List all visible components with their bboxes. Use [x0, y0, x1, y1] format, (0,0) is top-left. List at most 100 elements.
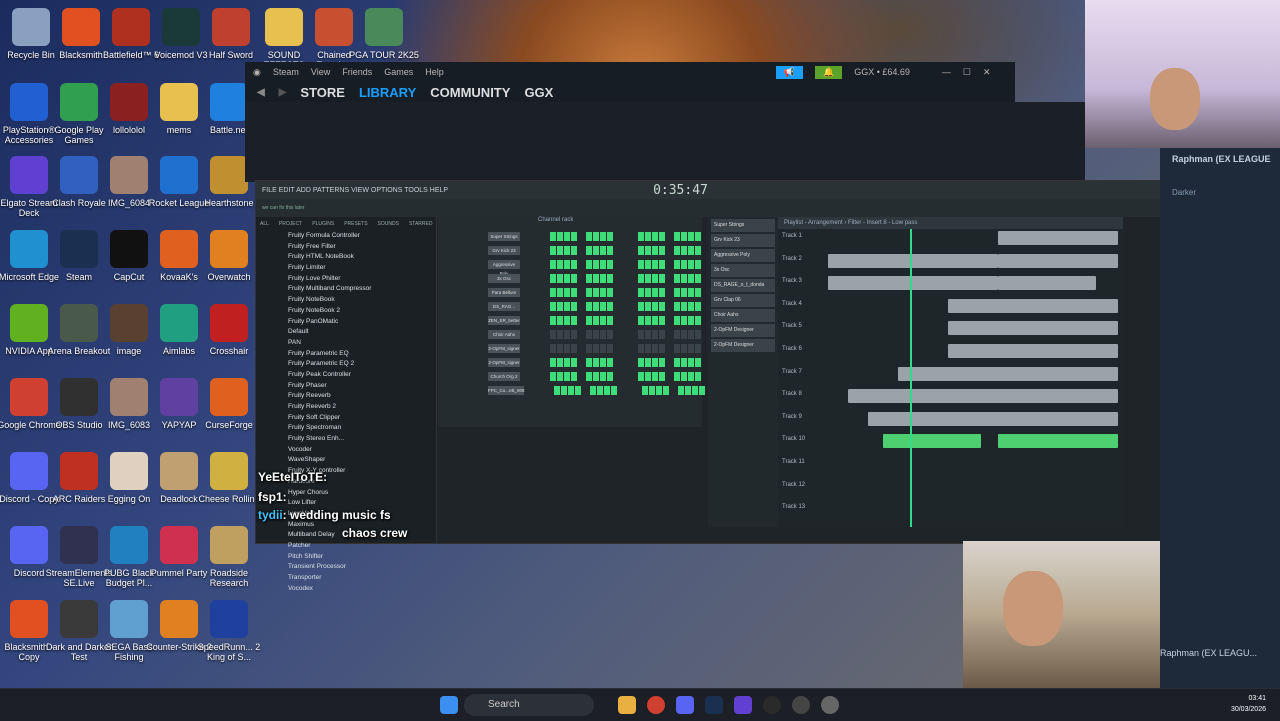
step-button[interactable] [590, 385, 596, 395]
track-label[interactable]: Track 1 [782, 233, 802, 239]
step-button[interactable] [695, 301, 701, 311]
mixer-item[interactable]: Grv Kick 23 [711, 234, 775, 247]
step-button[interactable] [645, 371, 651, 381]
fl-studio-window[interactable]: FILE EDIT ADD PATTERNS VIEW OPTIONS TOOL… [255, 180, 1162, 592]
step-button[interactable] [652, 357, 658, 367]
step-button[interactable] [681, 329, 687, 339]
step-button[interactable] [571, 343, 577, 353]
channel-name-button[interactable]: 3x Osc [488, 273, 520, 283]
step-button[interactable] [681, 259, 687, 269]
step-button[interactable] [695, 329, 701, 339]
step-button[interactable] [645, 343, 651, 353]
step-button[interactable] [652, 245, 658, 255]
step-button[interactable] [557, 357, 563, 367]
step-button[interactable] [593, 343, 599, 353]
steam-account[interactable]: GGX • £64.69 [854, 67, 910, 77]
browser-item[interactable]: Vocoder [256, 445, 436, 456]
mixer-item[interactable]: 3x Osc [711, 264, 775, 277]
step-button[interactable] [659, 259, 665, 269]
browser-item[interactable]: Fruity Phaser [256, 381, 436, 392]
steam-window[interactable]: ◉ Steam View Friends Games Help 📢 🔔 GGX … [245, 62, 1015, 102]
step-button[interactable] [674, 357, 680, 367]
step-button[interactable] [564, 259, 570, 269]
step-button[interactable] [575, 385, 581, 395]
browser-item[interactable]: Patcher [256, 541, 436, 552]
step-button[interactable] [645, 357, 651, 367]
step-button[interactable] [607, 259, 613, 269]
step-button[interactable] [652, 343, 658, 353]
stream-deck-icon[interactable] [734, 696, 752, 714]
browser-item[interactable]: Fruity Reeverb 2 [256, 402, 436, 413]
step-button[interactable] [659, 231, 665, 241]
browser-item[interactable]: Fruity Parametric EQ [256, 349, 436, 360]
step-button[interactable] [674, 259, 680, 269]
step-button[interactable] [586, 343, 592, 353]
step-button[interactable] [681, 343, 687, 353]
step-button[interactable] [600, 329, 606, 339]
browser-item[interactable]: Fruity Parametric EQ 2 [256, 359, 436, 370]
step-button[interactable] [652, 371, 658, 381]
browser-item[interactable]: Default [256, 327, 436, 338]
step-button[interactable] [638, 357, 644, 367]
tab-profile[interactable]: GGX [524, 85, 553, 100]
step-button[interactable] [557, 343, 563, 353]
step-button[interactable] [593, 231, 599, 241]
step-button[interactable] [550, 273, 556, 283]
track-label[interactable]: Track 12 [782, 482, 805, 488]
pattern-clip[interactable] [948, 321, 1118, 336]
step-button[interactable] [586, 315, 592, 325]
step-button[interactable] [642, 385, 648, 395]
step-button[interactable] [600, 343, 606, 353]
step-button[interactable] [550, 245, 556, 255]
obs-icon[interactable] [763, 696, 781, 714]
step-button[interactable] [607, 231, 613, 241]
step-button[interactable] [695, 231, 701, 241]
step-button[interactable] [645, 287, 651, 297]
step-button[interactable] [564, 357, 570, 367]
step-button[interactable] [695, 343, 701, 353]
step-button[interactable] [663, 385, 669, 395]
step-button[interactable] [638, 329, 644, 339]
step-button[interactable] [600, 301, 606, 311]
step-button[interactable] [561, 385, 567, 395]
pattern-clip[interactable] [868, 411, 1118, 426]
step-button[interactable] [674, 329, 680, 339]
step-button[interactable] [659, 315, 665, 325]
step-button[interactable] [688, 301, 694, 311]
pattern-clip[interactable] [998, 434, 1118, 449]
step-button[interactable] [695, 357, 701, 367]
step-button[interactable] [571, 357, 577, 367]
channel-name-button[interactable]: ZEN_ER_better [488, 315, 520, 325]
browser-tab[interactable]: SOUNDS [378, 221, 399, 227]
step-button[interactable] [638, 259, 644, 269]
start-icon[interactable] [440, 696, 458, 714]
browser-item[interactable]: Fruity Peak Controller [256, 370, 436, 381]
step-button[interactable] [659, 357, 665, 367]
step-button[interactable] [674, 245, 680, 255]
step-button[interactable] [688, 259, 694, 269]
step-button[interactable] [638, 273, 644, 283]
pattern-clip[interactable] [883, 434, 981, 449]
step-button[interactable] [600, 315, 606, 325]
browser-tab[interactable]: PRESETS [344, 221, 367, 227]
step-button[interactable] [652, 259, 658, 269]
desktop-icon[interactable]: Cheese Rolling [194, 449, 264, 521]
step-button[interactable] [638, 343, 644, 353]
step-button[interactable] [607, 287, 613, 297]
step-button[interactable] [564, 301, 570, 311]
step-button[interactable] [652, 273, 658, 283]
browser-item[interactable]: Fruity NoteBook [256, 295, 436, 306]
step-button[interactable] [692, 385, 698, 395]
close-icon[interactable]: ✕ [983, 67, 991, 78]
browser-item[interactable]: Pitch Shifter [256, 552, 436, 563]
step-button[interactable] [607, 371, 613, 381]
channel-name-button[interactable]: Church Org 2 [488, 371, 520, 381]
step-button[interactable] [557, 315, 563, 325]
discord-icon[interactable] [676, 696, 694, 714]
pattern-clip[interactable] [898, 366, 1118, 381]
step-button[interactable] [564, 231, 570, 241]
desktop-icon[interactable]: Crosshair [194, 301, 264, 373]
browser-item[interactable]: Fruity Spectroman [256, 423, 436, 434]
step-button[interactable] [571, 329, 577, 339]
step-button[interactable] [688, 245, 694, 255]
